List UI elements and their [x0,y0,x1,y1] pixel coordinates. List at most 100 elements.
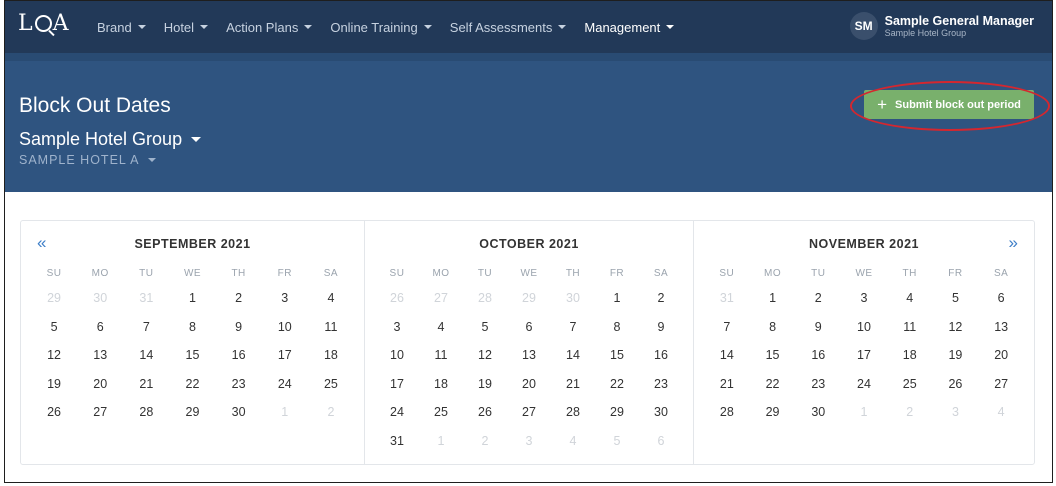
calendar-day[interactable]: 4 [308,284,354,313]
calendar-day[interactable]: 28 [551,398,595,427]
calendar-day[interactable]: 7 [551,313,595,342]
calendar-day[interactable]: 11 [419,341,463,370]
calendar-day[interactable]: 14 [704,341,750,370]
calendar-day[interactable]: 26 [463,398,507,427]
calendar-day-outside[interactable]: 5 [595,427,639,456]
menu-action-plans[interactable]: Action Plans [226,20,313,35]
calendar-day[interactable]: 2 [639,284,683,313]
calendar-day[interactable]: 27 [978,370,1024,399]
calendar-day[interactable]: 8 [595,313,639,342]
calendar-day[interactable]: 24 [262,370,308,399]
calendar-day-outside[interactable]: 3 [507,427,551,456]
calendar-day[interactable]: 8 [169,313,215,342]
calendar-day[interactable]: 15 [595,341,639,370]
calendar-day[interactable]: 7 [704,313,750,342]
calendar-day[interactable]: 26 [31,398,77,427]
calendar-day[interactable]: 21 [123,370,169,399]
calendar-day[interactable]: 16 [216,341,262,370]
calendar-day[interactable]: 14 [123,341,169,370]
calendar-day-outside[interactable]: 4 [551,427,595,456]
calendar-day-outside[interactable]: 4 [978,398,1024,427]
calendar-day[interactable]: 22 [750,370,796,399]
calendar-day[interactable]: 11 [308,313,354,342]
calendar-day[interactable]: 17 [262,341,308,370]
calendar-day[interactable]: 9 [216,313,262,342]
calendar-day[interactable]: 23 [795,370,841,399]
calendar-day[interactable]: 4 [887,284,933,313]
calendar-day[interactable]: 28 [123,398,169,427]
calendar-day-outside[interactable]: 29 [507,284,551,313]
calendar-day[interactable]: 1 [595,284,639,313]
calendar-day[interactable]: 14 [551,341,595,370]
calendar-day[interactable]: 22 [169,370,215,399]
calendar-day[interactable]: 28 [704,398,750,427]
calendar-day[interactable]: 30 [795,398,841,427]
calendar-day-outside[interactable]: 1 [262,398,308,427]
calendar-day[interactable]: 20 [978,341,1024,370]
menu-self-assessments[interactable]: Self Assessments [450,20,567,35]
calendar-day[interactable]: 5 [463,313,507,342]
menu-brand[interactable]: Brand [97,20,146,35]
calendar-day[interactable]: 15 [169,341,215,370]
calendar-day[interactable]: 6 [77,313,123,342]
menu-online-training[interactable]: Online Training [330,20,432,35]
calendar-day[interactable]: 16 [795,341,841,370]
calendar-day[interactable]: 16 [639,341,683,370]
calendar-day-outside[interactable]: 6 [639,427,683,456]
calendar-day[interactable]: 7 [123,313,169,342]
calendar-day[interactable]: 17 [375,370,419,399]
calendar-day-outside[interactable]: 2 [308,398,354,427]
calendar-day[interactable]: 9 [639,313,683,342]
calendar-day[interactable]: 19 [31,370,77,399]
calendar-day[interactable]: 13 [978,313,1024,342]
calendar-day[interactable]: 19 [933,341,979,370]
calendar-day[interactable]: 15 [750,341,796,370]
calendar-day[interactable]: 25 [419,398,463,427]
calendar-day[interactable]: 18 [308,341,354,370]
calendar-day[interactable]: 30 [216,398,262,427]
calendar-day[interactable]: 9 [795,313,841,342]
calendar-day[interactable]: 29 [169,398,215,427]
calendar-day[interactable]: 13 [77,341,123,370]
calendar-day[interactable]: 24 [841,370,887,399]
calendar-day[interactable]: 23 [639,370,683,399]
calendar-day[interactable]: 8 [750,313,796,342]
calendar-day[interactable]: 6 [507,313,551,342]
calendar-day[interactable]: 25 [308,370,354,399]
calendar-day-outside[interactable]: 26 [375,284,419,313]
menu-hotel[interactable]: Hotel [164,20,209,35]
calendar-day-outside[interactable]: 27 [419,284,463,313]
menu-management[interactable]: Management [584,20,675,35]
calendar-day-outside[interactable]: 3 [933,398,979,427]
calendar-day[interactable]: 12 [933,313,979,342]
calendar-day[interactable]: 5 [31,313,77,342]
calendar-day[interactable]: 2 [216,284,262,313]
calendar-day[interactable]: 22 [595,370,639,399]
calendar-day[interactable]: 18 [887,341,933,370]
submit-block-out-button[interactable]: + Submit block out period [864,90,1034,119]
calendar-day[interactable]: 31 [375,427,419,456]
calendar-day[interactable]: 10 [375,341,419,370]
calendar-day[interactable]: 25 [887,370,933,399]
calendar-day[interactable]: 23 [216,370,262,399]
calendar-day[interactable]: 17 [841,341,887,370]
calendar-day[interactable]: 2 [795,284,841,313]
calendar-day-outside[interactable]: 1 [419,427,463,456]
calendar-day[interactable]: 19 [463,370,507,399]
calendar-day[interactable]: 10 [262,313,308,342]
calendar-day-outside[interactable]: 30 [77,284,123,313]
calendar-day-outside[interactable]: 2 [887,398,933,427]
calendar-day[interactable]: 26 [933,370,979,399]
calendar-day-outside[interactable]: 29 [31,284,77,313]
calendar-day[interactable]: 3 [262,284,308,313]
calendar-day[interactable]: 29 [595,398,639,427]
calendar-day[interactable]: 12 [463,341,507,370]
calendar-day[interactable]: 20 [507,370,551,399]
calendar-day[interactable]: 3 [841,284,887,313]
calendar-day[interactable]: 5 [933,284,979,313]
calendar-day[interactable]: 24 [375,398,419,427]
avatar[interactable]: SM [849,12,878,40]
calendar-day-outside[interactable]: 31 [123,284,169,313]
calendar-day-outside[interactable]: 28 [463,284,507,313]
calendar-day[interactable]: 18 [419,370,463,399]
